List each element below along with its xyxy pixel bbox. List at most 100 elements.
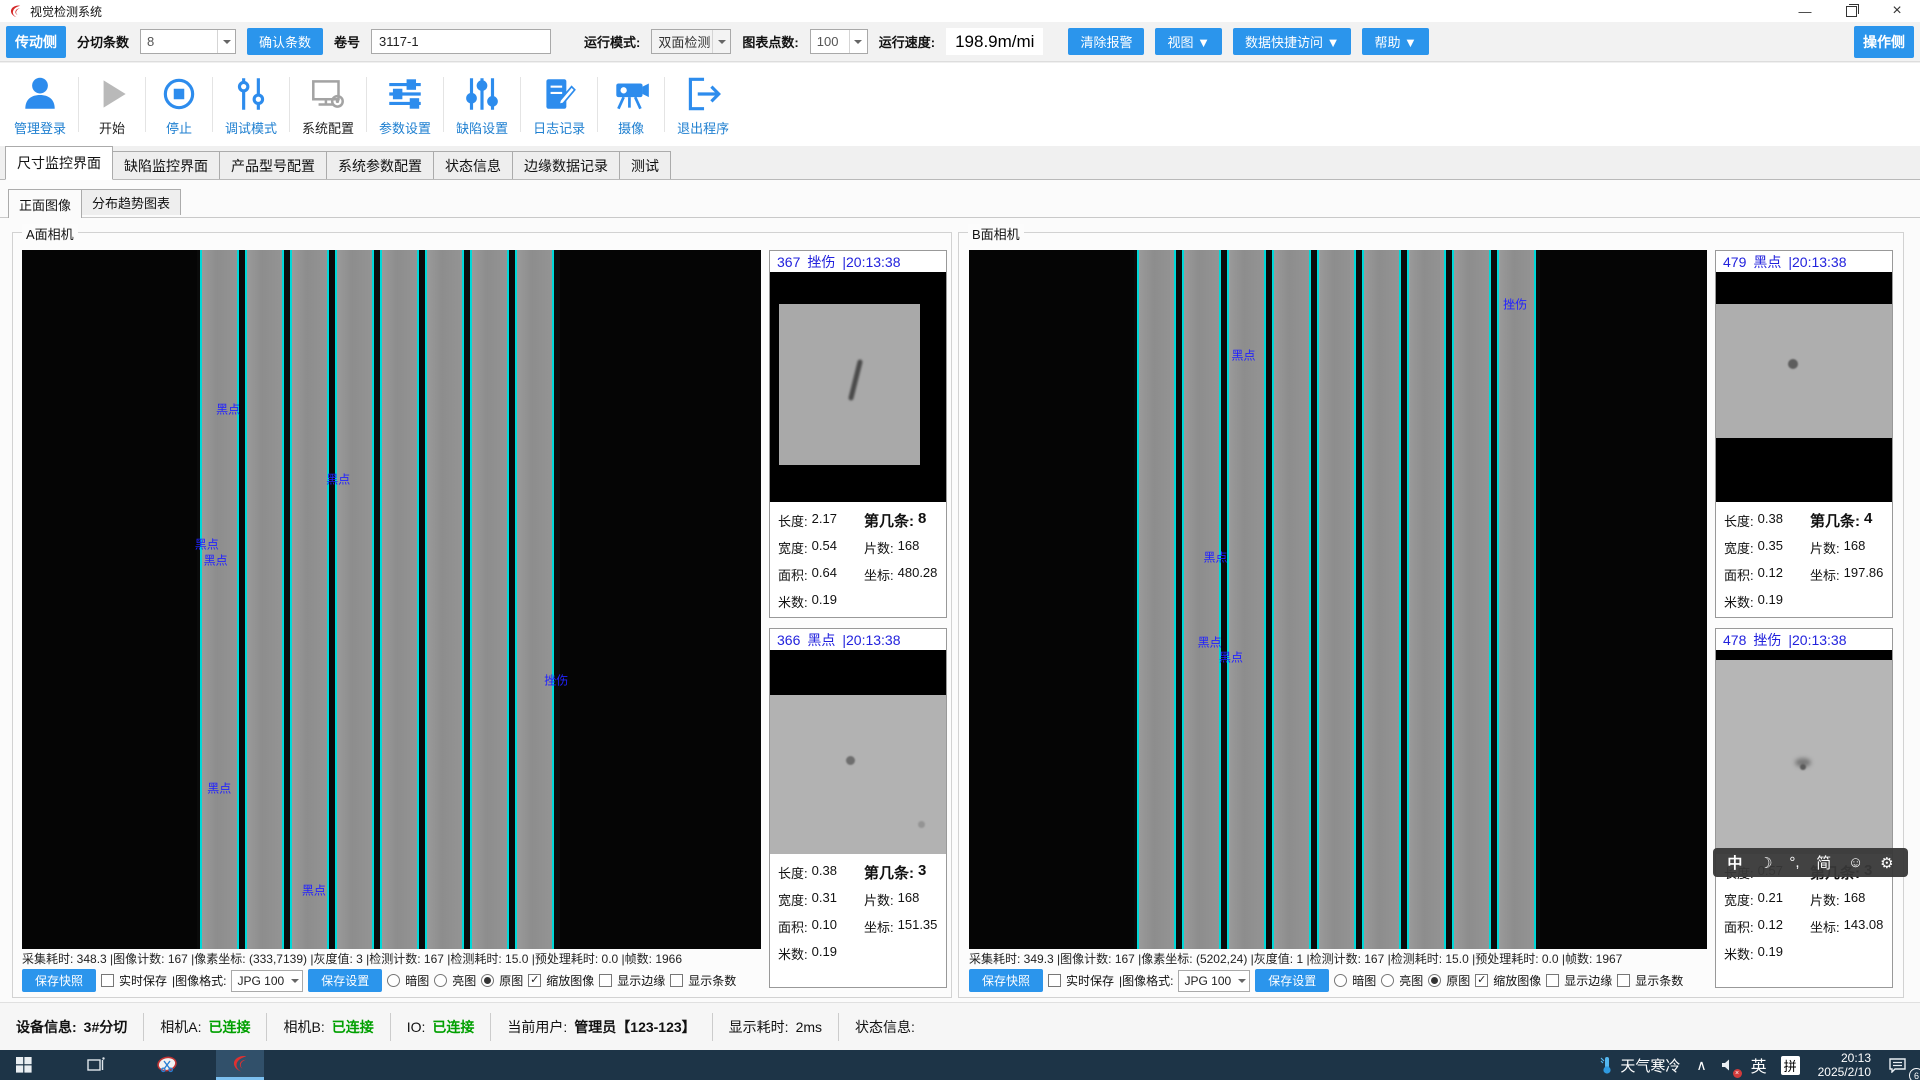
tab-edge-data-record[interactable]: 边缘数据记录 — [512, 151, 620, 179]
subtab-front-image[interactable]: 正面图像 — [8, 189, 82, 218]
log-book-icon — [538, 73, 580, 115]
tool-parameter-settings[interactable]: 参数设置 — [367, 63, 443, 146]
tab-test[interactable]: 测试 — [619, 151, 671, 179]
tool-log-record[interactable]: 日志记录 — [521, 63, 597, 146]
tool-debug-mode[interactable]: 调试模式 — [213, 63, 289, 146]
dark-image-radio[interactable] — [387, 974, 400, 987]
help-menu-button[interactable]: 帮助 ▼ — [1362, 28, 1428, 55]
tool-system-config[interactable]: 系统配置 — [290, 63, 366, 146]
camera-b-image[interactable]: 挫伤 黑点 黑点 黑点 黑点 — [969, 250, 1707, 949]
defect-marker: 挫伤 — [1503, 295, 1527, 312]
snipping-tool-button[interactable] — [144, 1050, 192, 1080]
scissors-icon — [157, 1056, 179, 1074]
tool-camera[interactable]: 摄像 — [598, 63, 664, 146]
tool-stop[interactable]: 停止 — [146, 63, 212, 146]
defect-card[interactable]: 367 挫伤 |20:13:38 长度:2.17 第几条:8 宽度:0.54 片… — [769, 250, 947, 618]
defect-thumbnail — [770, 272, 946, 502]
defect-card-header: 479 黑点 |20:13:38 — [1716, 251, 1892, 272]
clear-alarm-button[interactable]: 清除报警 — [1068, 28, 1144, 55]
video-camera-icon — [610, 73, 652, 115]
bright-image-radio[interactable] — [434, 974, 447, 987]
show-strip-count-checkbox[interactable] — [670, 974, 683, 987]
task-view-button[interactable] — [72, 1050, 120, 1080]
tab-status-info[interactable]: 状态信息 — [433, 151, 513, 179]
image-format-select[interactable]: JPG 100 — [1178, 970, 1250, 992]
defect-card[interactable]: 366 黑点 |20:13:38 长度:0.38 第几条:3 宽度:0.31 片… — [769, 628, 947, 988]
notification-count-badge: 6 — [1909, 1068, 1920, 1080]
roll-number-input[interactable]: 3117-1 — [371, 29, 551, 54]
original-image-radio[interactable] — [1428, 974, 1441, 987]
quick-access-menu-button[interactable]: 数据快捷访问 ▼ — [1233, 28, 1351, 55]
show-strip-count-checkbox[interactable] — [1617, 974, 1630, 987]
ime-settings-gear-icon[interactable]: ⚙ — [1880, 854, 1893, 872]
ime-emoji-icon[interactable]: ☺ — [1848, 854, 1863, 871]
camera-a-save-controls: 保存快照 实时保存 |图像格式: JPG 100 保存设置 暗图 亮图 原图 缩… — [22, 968, 765, 993]
save-snapshot-button[interactable]: 保存快照 — [22, 969, 96, 992]
panel-a-title: A面相机 — [22, 224, 78, 243]
original-image-radio[interactable] — [481, 974, 494, 987]
drive-side-button[interactable]: 传动侧 — [6, 26, 66, 58]
ime-cn-toggle[interactable]: 中 — [1727, 852, 1742, 873]
tool-exit-program[interactable]: 退出程序 — [665, 63, 741, 146]
image-format-label: |图像格式: — [1119, 972, 1173, 989]
tab-system-param-config[interactable]: 系统参数配置 — [326, 151, 434, 179]
slit-count-select[interactable]: 8 — [140, 29, 236, 54]
subtab-trend-chart[interactable]: 分布趋势图表 — [81, 189, 181, 215]
tool-defect-settings[interactable]: 缺陷设置 — [444, 63, 520, 146]
tool-start[interactable]: 开始 — [79, 63, 145, 146]
window-title: 视觉检测系统 — [30, 3, 102, 20]
sliders-vertical-icon — [230, 73, 272, 115]
tool-admin-login[interactable]: 管理登录 — [2, 63, 78, 146]
tab-product-model-config[interactable]: 产品型号配置 — [219, 151, 327, 179]
save-settings-button[interactable]: 保存设置 — [1255, 969, 1329, 992]
run-mode-select[interactable]: 双面检测 — [651, 29, 731, 54]
defect-id: 479 — [1723, 254, 1746, 270]
camera-b-connected-badge: 已连接 — [332, 1017, 374, 1037]
language-indicator[interactable]: 英 — [1745, 1050, 1773, 1080]
zoom-image-checkbox[interactable] — [1475, 974, 1488, 987]
show-edge-checkbox[interactable] — [1546, 974, 1559, 987]
close-button[interactable]: × — [1874, 0, 1920, 22]
image-format-label: |图像格式: — [172, 972, 226, 989]
camera-a-image[interactable]: 黑点 黑点 黑点 黑点 挫伤 黑点 黑点 — [22, 250, 761, 949]
realtime-save-checkbox[interactable] — [1048, 974, 1061, 987]
defect-card[interactable]: 479 黑点 |20:13:38 长度:0.38 第几条:4 宽度:0.35 片… — [1715, 250, 1893, 618]
dark-image-radio[interactable] — [1334, 974, 1347, 987]
tab-defect-monitor[interactable]: 缺陷监控界面 — [112, 151, 220, 179]
defect-marker: 黑点 — [1203, 548, 1227, 565]
divider — [0, 217, 1920, 218]
start-button[interactable] — [0, 1050, 48, 1080]
thermometer-icon — [1600, 1056, 1614, 1074]
view-menu-button[interactable]: 视图 ▼ — [1155, 28, 1221, 55]
defect-thumbnail — [770, 650, 946, 854]
stop-icon — [158, 73, 200, 115]
taskbar-clock[interactable]: 20:13 2025/2/10 — [1808, 1051, 1881, 1079]
zoom-image-checkbox[interactable] — [528, 974, 541, 987]
defect-marker: 黑点 — [216, 400, 240, 417]
hidden-icons-chevron[interactable]: ∧ — [1690, 1050, 1712, 1080]
restore-icon — [1846, 6, 1857, 17]
tab-size-monitor[interactable]: 尺寸监控界面 — [5, 146, 113, 180]
maximize-button[interactable] — [1828, 0, 1874, 22]
realtime-save-checkbox[interactable] — [101, 974, 114, 987]
ime-mode-badge[interactable]: 拼 — [1775, 1050, 1806, 1080]
ime-language-bar[interactable]: 中 ☽ °, 简 ☺ ⚙ — [1713, 848, 1908, 877]
minimize-button[interactable]: — — [1782, 0, 1828, 22]
ime-fullwidth-moon-icon[interactable]: ☽ — [1759, 854, 1772, 872]
confirm-count-button[interactable]: 确认条数 — [247, 28, 323, 55]
weather-widget[interactable]: 天气寒冷 — [1592, 1055, 1688, 1076]
operator-side-button[interactable]: 操作侧 — [1854, 26, 1914, 58]
chart-points-select[interactable]: 100 — [810, 29, 868, 54]
volume-muted-icon[interactable]: × — [1715, 1050, 1743, 1080]
save-snapshot-button[interactable]: 保存快照 — [969, 969, 1043, 992]
notification-center-button[interactable]: 6 — [1883, 1050, 1920, 1080]
ime-punctuation-toggle[interactable]: °, — [1789, 854, 1799, 871]
image-format-select[interactable]: JPG 100 — [231, 970, 303, 992]
defect-card-header: 366 黑点 |20:13:38 — [770, 629, 946, 650]
app-taskbar-button[interactable] — [216, 1050, 264, 1080]
defect-card[interactable]: 478 挫伤 |20:13:38 长度:0.57 第几条:3 宽度:0.21 片… — [1715, 628, 1893, 988]
bright-image-radio[interactable] — [1381, 974, 1394, 987]
show-edge-checkbox[interactable] — [599, 974, 612, 987]
save-settings-button[interactable]: 保存设置 — [308, 969, 382, 992]
ime-simplified-toggle[interactable]: 简 — [1816, 852, 1831, 873]
